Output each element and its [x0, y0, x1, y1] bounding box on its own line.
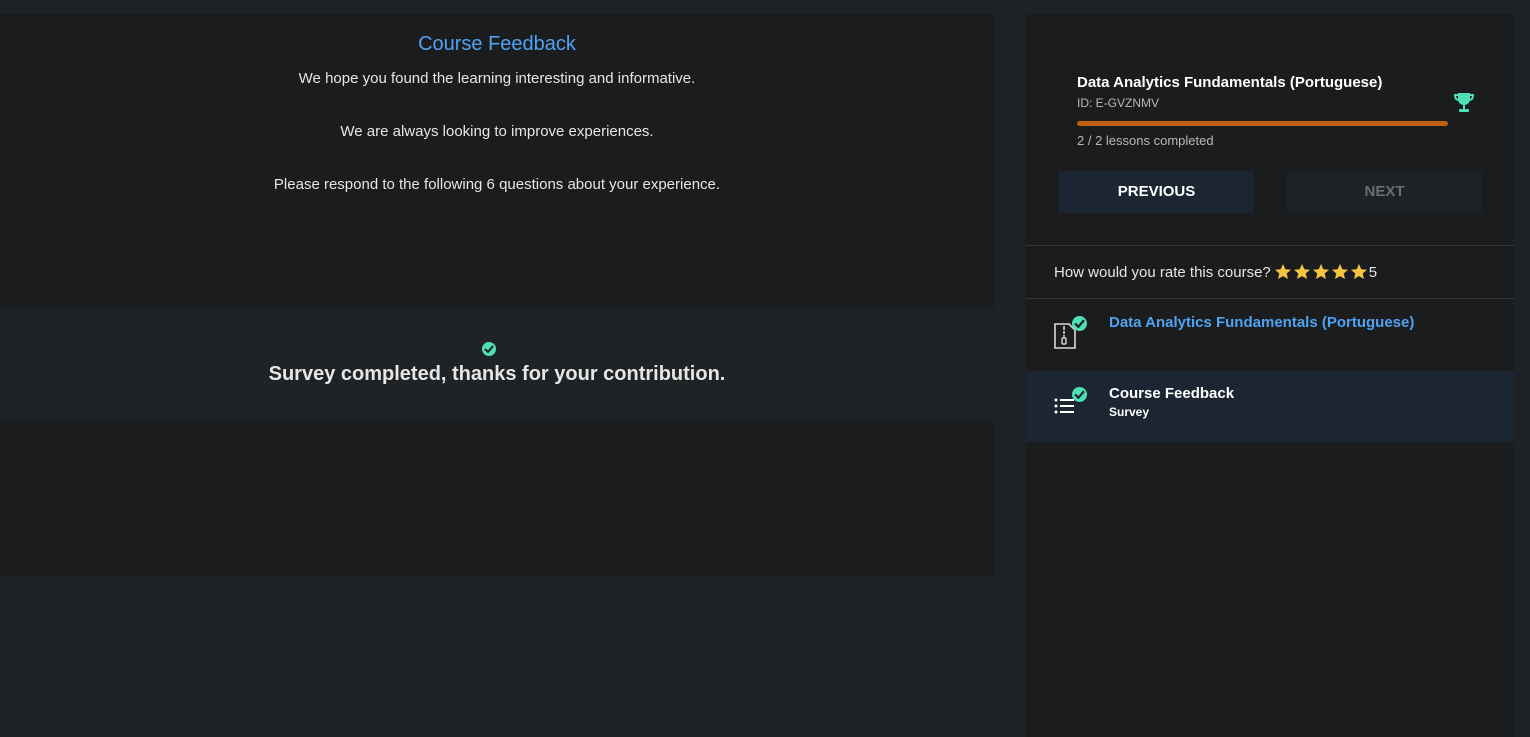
rating-question: How would you rate this course?	[1054, 263, 1271, 281]
star-icon[interactable]	[1274, 263, 1292, 281]
course-progress-fill	[1077, 121, 1448, 126]
lesson-title: Course Feedback	[1109, 385, 1235, 402]
lesson-item-course-feedback[interactable]: Course Feedback Survey	[1026, 371, 1514, 442]
course-id: ID: E-GVZNMV	[1077, 96, 1160, 110]
intro-text-1: We hope you found the learning interesti…	[298, 70, 696, 87]
rating-stars[interactable]	[1274, 263, 1369, 281]
star-icon[interactable]	[1312, 263, 1330, 281]
trophy-icon	[1453, 93, 1475, 112]
lesson-item-data-analytics[interactable]: Data Analytics Fundamentals (Portuguese)	[1026, 300, 1514, 371]
course-sidebar: Data Analytics Fundamentals (Portuguese)…	[1026, 14, 1514, 737]
check-circle-icon	[482, 342, 496, 356]
course-rating: How would you rate this course? 5	[1054, 263, 1377, 281]
page: Course Feedback We hope you found the le…	[0, 0, 1530, 737]
lesson-title: Data Analytics Fundamentals (Portuguese)	[1109, 314, 1415, 331]
check-circle-icon	[1072, 387, 1087, 402]
star-icon[interactable]	[1350, 263, 1368, 281]
next-button[interactable]: NEXT	[1287, 171, 1482, 213]
page-title: Course Feedback	[418, 33, 576, 55]
rating-value: 5	[1368, 263, 1378, 281]
intro-text-3: Please respond to the following 6 questi…	[273, 176, 721, 193]
star-icon[interactable]	[1331, 263, 1349, 281]
survey-status: Survey completed, thanks for your contri…	[0, 309, 994, 421]
progress-text: 2 / 2 lessons completed	[1077, 133, 1214, 148]
divider	[1026, 245, 1514, 246]
divider	[1026, 298, 1514, 299]
previous-button[interactable]: PREVIOUS	[1059, 171, 1254, 213]
lesson-subtitle: Survey	[1109, 405, 1150, 419]
star-icon[interactable]	[1293, 263, 1311, 281]
content-panel: Course Feedback We hope you found the le…	[0, 14, 994, 576]
course-progress-bar	[1077, 121, 1448, 126]
course-title: Data Analytics Fundamentals (Portuguese)	[1077, 74, 1383, 91]
intro-text-2: We are always looking to improve experie…	[340, 123, 654, 140]
survey-intro: Course Feedback We hope you found the le…	[0, 14, 994, 309]
survey-completed-message: Survey completed, thanks for your contri…	[268, 363, 726, 385]
check-circle-icon	[1072, 316, 1087, 331]
